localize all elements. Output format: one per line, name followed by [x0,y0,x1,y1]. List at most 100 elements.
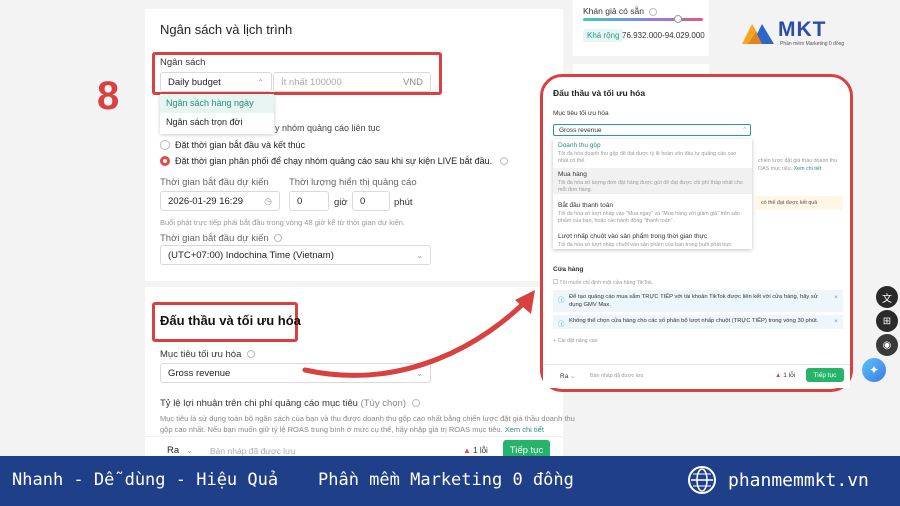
roas-desc-2-text: gộp cao nhất. Nếu bạn muốn giữ tỷ lệ ROA… [160,425,503,434]
zoom-draft-text: Bản nháp đã được lưu [590,373,644,379]
zoom-side-link[interactable]: Xem chi tiết [794,166,822,172]
budget-label: Ngân sách [160,57,206,68]
zoom-error-indicator[interactable]: ▲ 1 lỗi [775,372,795,379]
hours-unit: giờ [334,197,348,208]
zoom-option-desc: Tối đa hóa số lượng đơn đặt hàng được gử… [558,180,743,193]
zoom-side-text-1: chiến lược đặt giá thầu doanh thu [758,158,838,164]
zoom-option-title[interactable]: Bắt đầu thanh toán [558,202,613,209]
zoom-option-desc: Tối đa hóa doanh thu gộp để đạt được tỷ … [558,151,737,164]
timezone-label-text: Thời gian bắt đầu dự kiến [160,233,269,244]
roas-label-text: Tỷ lệ lợi nhuận trên chi phí quảng cáo m… [160,398,358,409]
roas-description-1: Mục tiêu là sử dụng toàn bộ ngân sách củ… [160,414,575,423]
option-lifetime-budget[interactable]: Ngân sách trọn đời [160,113,274,132]
zoom-footer-select[interactable]: Ra ⌄ [560,372,576,380]
budget-type-value: Daily budget [168,76,221,88]
mkt-logo-name: MKT [778,18,827,41]
zoom-store-checkbox-label: Tôi muốn chỉ định một cửa hàng TikTok. [559,280,654,286]
live-note: Buổi phát trực tiếp phải bắt đầu trong v… [160,218,406,227]
radio-live-label: Đặt thời gian phân phối để chạy nhóm quả… [175,156,493,166]
minutes-unit: phút [394,197,413,208]
zoom-advanced-settings[interactable]: + Cài đặt nâng cao [553,338,598,344]
zoom-side-text-2-value: OAS mục tiêu. [758,166,793,172]
pointer-arrow [302,290,535,378]
error-count: 1 lỗi [473,446,488,455]
zoom-store-label: Cửa hàng [553,266,584,273]
translate-icon[interactable]: 文 [876,286,898,308]
zoom-notice-1-line1: Để tạo quảng cáo mua sắm TRỰC TIẾP với t… [569,294,818,300]
chevron-down-icon: ⌄ [416,250,423,260]
budget-type-dropdown: Ngân sách hàng ngày Ngân sách trọn đời [160,94,274,134]
mkt-logo-tagline: Phần mềm Marketing 0 đồng [780,41,845,47]
duration-label: Thời lượng hiển thị quảng cáo [289,177,417,188]
chevron-down-icon: ⌄ [186,445,193,455]
zoom-option-title[interactable]: Lượt nhấp chuột vào sản phẩm trong thời … [558,233,707,240]
banner-website[interactable]: phanmemmkt.vn [728,470,869,491]
minutes-input[interactable]: 0 [352,191,390,211]
start-time-input[interactable]: 2026-01-29 16:29 ◷ [160,191,280,211]
chevron-down-icon: ⌄ [570,373,576,380]
info-icon [411,399,420,408]
checkbox-icon [553,279,558,284]
budget-amount-input[interactable]: Ít nhất 100000 VND [273,72,431,92]
zoom-option-desc: Tối đa hóa số lượt nhấp chuột vào sản ph… [558,242,732,248]
zoom-notice-1-line2: dụng GMV Max. [569,302,611,308]
zoom-continue-button[interactable]: Tiếp tục [806,368,844,382]
info-icon [649,7,658,16]
radio-live-schedule[interactable]: Đặt thời gian phân phối để chạy nhóm quả… [160,156,509,166]
mkt-logo: MKT Phần mềm Marketing 0 đồng [740,18,880,52]
audience-gauge [583,18,703,21]
info-icon: ⓘ [558,321,565,328]
plus-icon: + [553,338,557,344]
info-icon: ⓘ [558,297,565,304]
banner-slogan-1: Nhanh - Dễ dùng - Hiệu Quả [12,470,279,490]
discord-icon[interactable]: ◉ [876,334,898,356]
zoom-notice-2: ⓘ Không thể chọn cửa hàng cho các số phâ… [553,315,843,329]
error-indicator[interactable]: ▲ 1 lỗi [463,446,488,455]
draft-saved-text: Bản nháp đã được lưu [210,446,296,456]
zoom-notice-2-text: Không thể chọn cửa hàng cho các số phân … [569,318,819,324]
zoom-option-desc: Tối đa hóa số lượt nhấp vào "Mua ngay" v… [558,211,740,224]
minutes-value: 0 [360,195,366,207]
close-icon[interactable]: × [834,318,838,325]
timezone-value: (UTC+07:00) Indochina Time (Vietnam) [168,249,334,261]
zoom-option-title[interactable]: Mua hàng [558,171,587,178]
budget-type-select[interactable]: Daily budget ⌃ [160,72,272,92]
zoom-goal-select[interactable]: Gross revenue ⌃ [553,124,751,136]
radio-start-end-label: Đặt thời gian bắt đầu và kết thúc [175,140,305,150]
audience-chip: Khá rộng [583,29,624,42]
timezone-select[interactable]: (UTC+07:00) Indochina Time (Vietnam) ⌄ [160,245,431,265]
assistant-sparkle-icon[interactable]: ✦ [862,358,886,382]
hidden-schedule-text: y nhóm quảng cáo liên tục [275,123,381,133]
zoom-advanced-label: Cài đặt nâng cao [557,338,598,344]
clock-icon: ◷ [264,195,272,206]
banner-slogan-2: Phần mềm Marketing 0 đồng [318,470,574,490]
radio-off-icon [160,140,170,150]
roas-label: Tỷ lệ lợi nhuận trên chi phí quảng cáo m… [160,398,420,409]
hours-value: 0 [297,195,303,207]
audience-range: 76.932.000-94.029.000 [622,31,705,40]
apps-icon[interactable]: ⊞ [876,310,898,332]
step-number: 8 [97,74,120,118]
zoom-title: Đấu thầu và tối ưu hóa [553,88,646,98]
option-daily-budget[interactable]: Ngân sách hàng ngày [160,94,274,113]
info-icon [274,234,283,243]
mkt-logo-mark [742,24,774,44]
zoom-warning-text: có thể đạt được kết quả [761,200,818,206]
close-icon[interactable]: × [834,294,838,301]
info-icon [247,350,255,359]
zoom-goal-value: Gross revenue [559,127,602,134]
roas-details-link[interactable]: Xem chi tiết [505,425,544,434]
hours-input[interactable]: 0 [289,191,329,211]
radio-start-end[interactable]: Đặt thời gian bắt đầu và kết thúc [160,140,305,150]
bidding-section-title: Đấu thầu và tối ưu hóa [160,313,301,328]
info-icon [500,157,509,165]
zoom-goal-label-text: Mục tiêu tối ưu hóa [553,110,609,117]
zoom-option-title[interactable]: Doanh thu gộp [558,142,601,149]
footer-select-value: Ra [167,444,180,456]
zoom-store-checkbox[interactable]: Tôi muốn chỉ định một cửa hàng TikTok. [553,279,653,286]
warning-icon: ▲ [463,446,471,455]
warning-icon: ▲ [775,372,782,379]
zoom-side-text-2: OAS mục tiêu. Xem chi tiết [758,166,821,172]
budget-amount-placeholder: Ít nhất 100000 [281,76,342,88]
globe-icon [688,466,716,494]
